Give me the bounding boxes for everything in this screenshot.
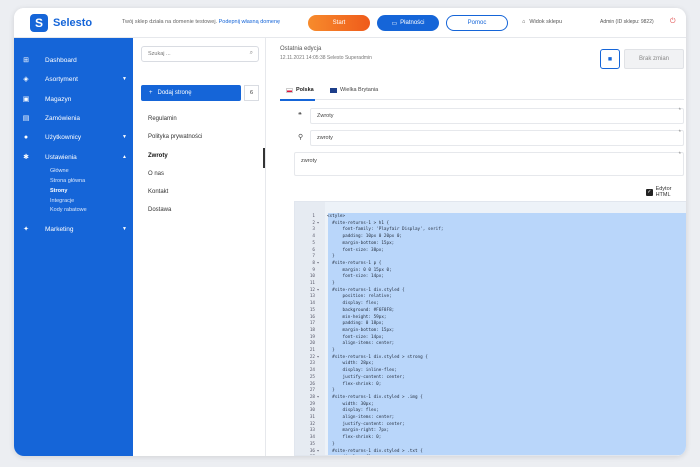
- code-editor[interactable]: 1 <style> 2 ▾ #site-returns-1 > h1 {3 font-…: [294, 201, 686, 456]
- html-editor-toggle[interactable]: ✓ Edytor HTML: [646, 186, 686, 198]
- sidebar-item-uzytkownicy[interactable]: ● Użytkownicy ▼: [14, 128, 133, 146]
- poland-flag-icon: [286, 87, 293, 93]
- list-item[interactable]: Dostawa: [148, 207, 171, 213]
- last-edit-date: 12.11.2021 14:05:38 Selesto Superadmin: [280, 55, 372, 61]
- add-page-label: Dodaj stronę: [157, 90, 192, 96]
- sidebar-subitem-glowne[interactable]: Główne: [50, 168, 69, 174]
- delete-button[interactable]: ■: [600, 49, 620, 69]
- home-icon: ⌂: [522, 19, 526, 25]
- slug-field[interactable]: zwroty *: [310, 130, 684, 146]
- required-marker: *: [678, 108, 681, 114]
- search-icon[interactable]: ⌕: [250, 50, 253, 57]
- page-editor: Ostatnia edycja 12.11.2021 14:05:38 Sele…: [266, 38, 686, 456]
- search-box: ⌕: [141, 46, 259, 62]
- tab-label: Wielka Brytania: [340, 87, 379, 93]
- chevron-down-icon: ▼: [122, 134, 127, 140]
- help-button-label: Pomoc: [467, 20, 487, 26]
- sidebar-item-label: Zamówienia: [45, 114, 81, 122]
- list-item[interactable]: Kontakt: [148, 189, 168, 195]
- sidebar-item-label: Ustawienia: [45, 153, 77, 161]
- top-bar: S Selesto Twój sklep działa na domenie t…: [14, 8, 686, 38]
- link-icon: ⚲: [298, 134, 304, 141]
- list-item[interactable]: O nas: [148, 171, 164, 177]
- gear-icon: ✱: [23, 154, 29, 161]
- trash-icon: ■: [607, 55, 613, 63]
- page-count-badge: 6: [244, 85, 259, 101]
- active-item-marker: [263, 148, 265, 168]
- logo[interactable]: S Selesto: [30, 14, 92, 32]
- user-icon: ●: [23, 133, 29, 141]
- sidebar-item-zamowienia[interactable]: ▤ Zamówienia: [14, 109, 133, 127]
- payments-button-label: Płatności: [400, 20, 425, 26]
- grid-icon: ⊞: [23, 57, 29, 64]
- checkbox-checked-icon[interactable]: ✓: [646, 188, 653, 196]
- list-item[interactable]: Polityka prywatności: [148, 134, 202, 140]
- cart-icon: ▤: [22, 115, 30, 122]
- line-number: 37: [295, 454, 315, 455]
- domain-notice: Twój sklep działa na domenie testowej. P…: [122, 19, 280, 25]
- code-text: display: flex;: [321, 454, 379, 455]
- connect-domain-link[interactable]: Podepnij własną domenę: [219, 19, 280, 25]
- sidebar-subitem-kody-rabatowe[interactable]: Kody rabatowe: [50, 207, 87, 213]
- payments-button[interactable]: ▭ Płatności: [377, 15, 439, 31]
- quote-icon: ❝: [298, 112, 302, 119]
- title-field[interactable]: Zwroty *: [310, 108, 684, 124]
- sidebar-item-asortyment[interactable]: ◈ Asortyment ▼: [14, 70, 133, 88]
- sidebar-item-label: Magazyn: [45, 95, 72, 103]
- title-field-value: Zwroty: [317, 113, 334, 119]
- sidebar-subitem-integracje[interactable]: Integracje: [50, 198, 74, 204]
- sidebar-item-label: Asortyment: [45, 75, 78, 83]
- language-tabs: Polska Wielka Brytania: [280, 84, 684, 100]
- help-button[interactable]: Pomoc: [446, 15, 508, 31]
- megaphone-icon: ✦: [23, 226, 29, 233]
- sidebar-item-label: Marketing: [45, 225, 74, 233]
- sidebar-subitem-strony[interactable]: Strony: [50, 188, 67, 194]
- search-input[interactable]: [142, 47, 242, 61]
- logo-text: Selesto: [53, 17, 93, 29]
- list-item[interactable]: Regulamin: [148, 116, 177, 122]
- card-icon: ▭: [391, 20, 398, 27]
- app-window: S Selesto Twój sklep działa na domenie t…: [14, 8, 686, 456]
- required-marker: *: [678, 130, 681, 136]
- required-marker: *: [678, 152, 681, 158]
- active-tab-indicator: [280, 99, 315, 101]
- save-button[interactable]: Brak zmian: [624, 49, 684, 69]
- description-field[interactable]: zwroty *: [294, 152, 684, 176]
- shop-view-label: Widok sklepu: [529, 19, 563, 25]
- admin-label: Admin (ID sklepu: 9822): [600, 19, 654, 25]
- pages-list-panel: ⌕ + Dodaj stronę 6 Regulamin Polityka pr…: [133, 38, 266, 456]
- logout-power-icon[interactable]: ⏻: [670, 18, 676, 26]
- list-item-active[interactable]: Zwroty: [148, 153, 168, 159]
- box-icon: ▣: [22, 96, 30, 103]
- sidebar: ⊞ Dashboard ◈ Asortyment ▼ ▣ Magazyn ▤ Z…: [14, 38, 133, 456]
- sidebar-item-label: Dashboard: [45, 56, 77, 64]
- chevron-down-icon: ▼: [122, 226, 127, 232]
- shop-view-link[interactable]: ⌂ Widok sklepu: [522, 19, 562, 25]
- logo-icon: S: [30, 14, 48, 32]
- notice-text: Twój sklep działa na domenie testowej.: [122, 19, 218, 25]
- tab-polska[interactable]: Polska: [286, 87, 314, 93]
- sidebar-item-marketing[interactable]: ✦ Marketing ▼: [14, 220, 133, 238]
- sidebar-subitem-strona-glowna[interactable]: Strona główna: [50, 178, 85, 184]
- chevron-down-icon: ▼: [122, 76, 127, 82]
- sidebar-item-dashboard[interactable]: ⊞ Dashboard: [14, 51, 133, 69]
- description-field-value: zwroty: [301, 158, 317, 164]
- tab-label: Polska: [296, 87, 314, 93]
- slug-field-value: zwroty: [317, 135, 333, 141]
- tag-icon: ◈: [23, 76, 29, 83]
- chevron-up-icon: ▲: [122, 154, 127, 160]
- start-button[interactable]: Start: [308, 15, 370, 31]
- uk-flag-icon: [330, 87, 337, 93]
- add-page-button[interactable]: + Dodaj stronę: [141, 85, 241, 101]
- sidebar-item-label: Użytkownicy: [45, 133, 82, 141]
- sidebar-item-ustawienia[interactable]: ✱ Ustawienia ▲: [14, 148, 133, 166]
- tab-wielka-brytania[interactable]: Wielka Brytania: [330, 87, 378, 93]
- last-edit-title: Ostatnia edycja: [280, 46, 322, 52]
- html-editor-label: Edytor HTML: [655, 186, 672, 198]
- start-button-label: Start: [332, 20, 346, 26]
- code-line: 37 display: flex;: [295, 454, 686, 455]
- sidebar-item-magazyn[interactable]: ▣ Magazyn: [14, 90, 133, 108]
- plus-icon: +: [149, 90, 153, 96]
